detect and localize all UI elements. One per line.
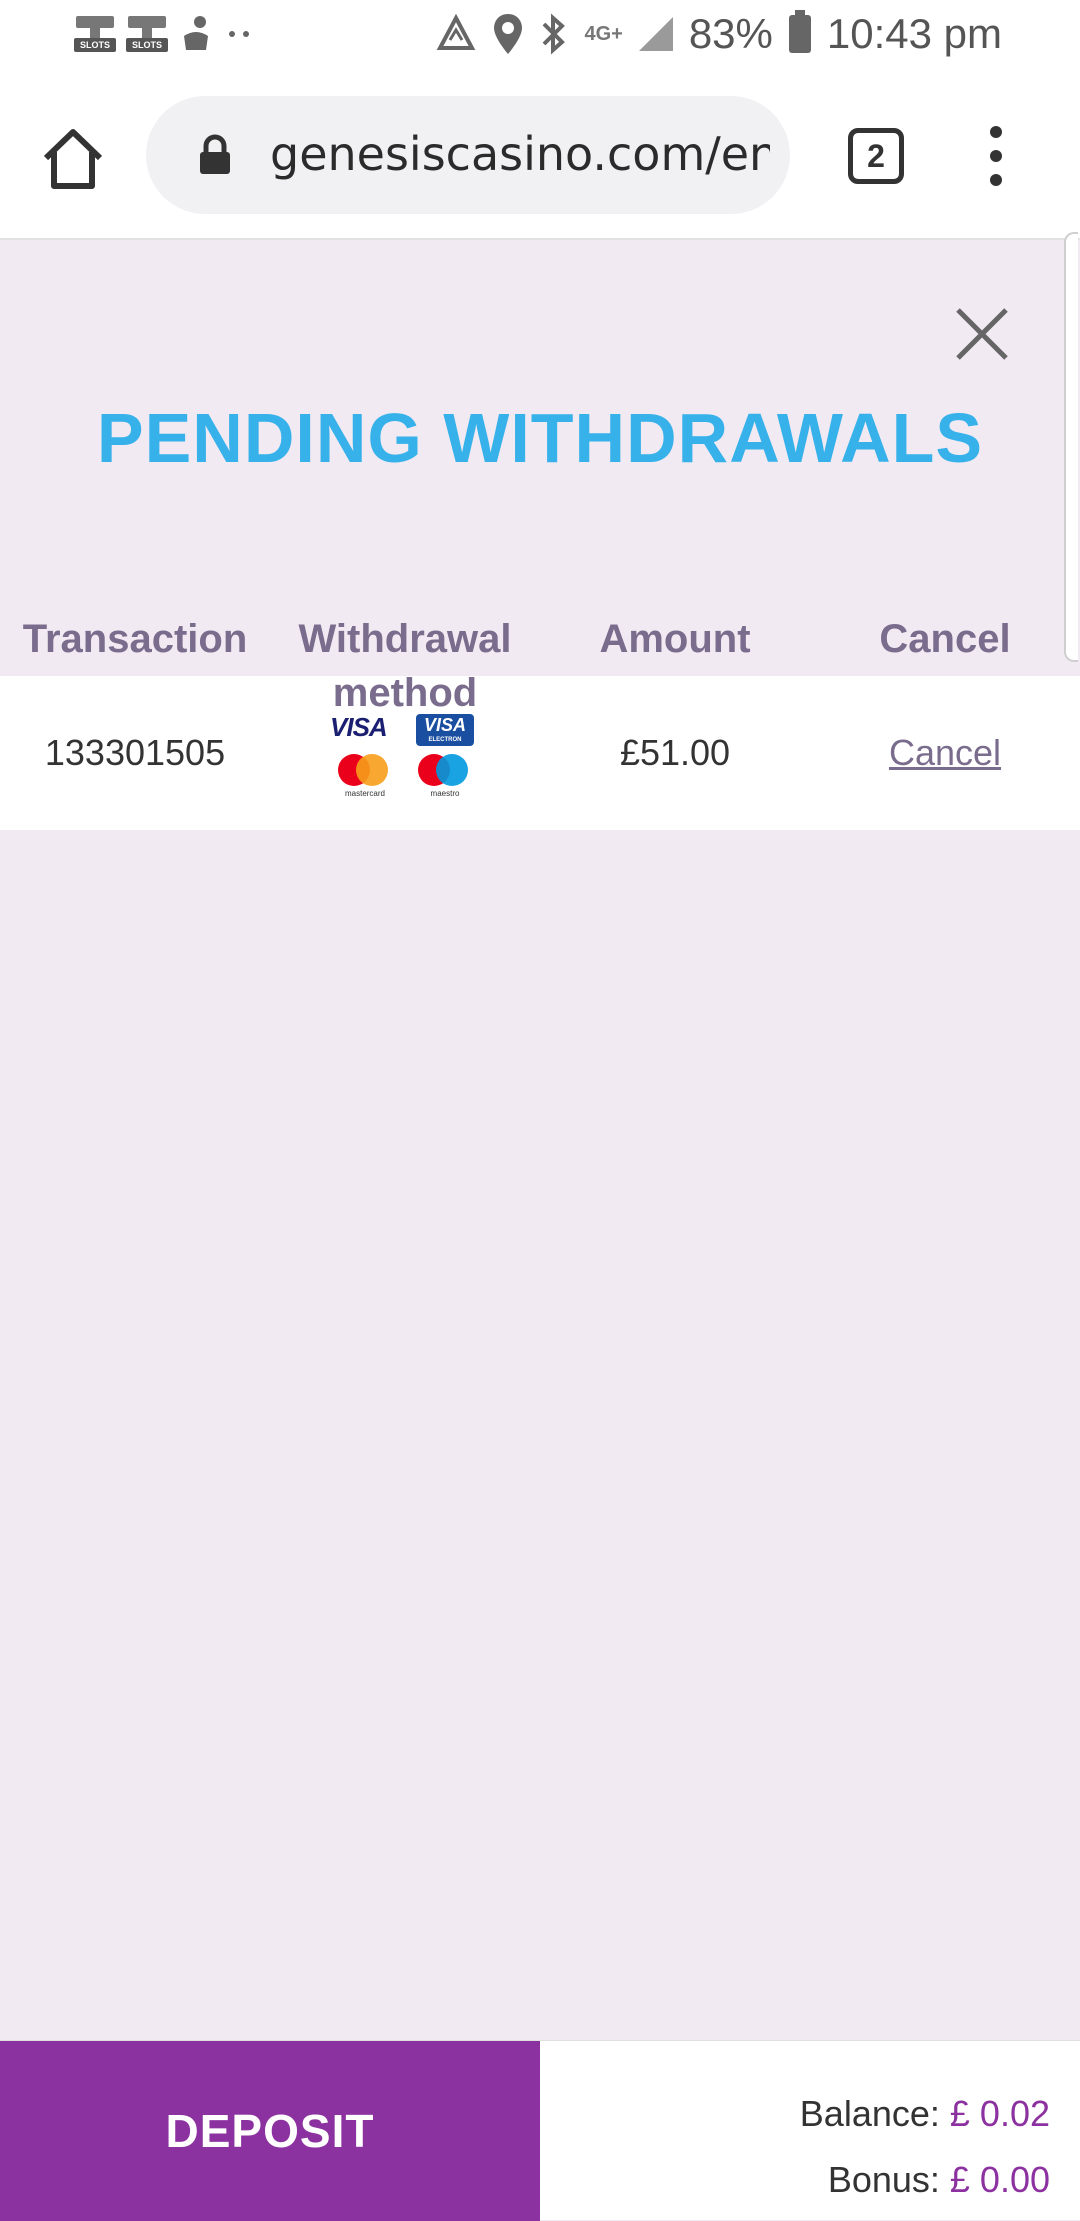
- cancel-withdrawal-link[interactable]: Cancel: [810, 728, 1080, 778]
- payment-method-logos: VISA VISA ELECTRON mastercard maestro: [330, 712, 480, 798]
- signal-icon: [638, 17, 673, 51]
- lock-icon: [200, 134, 230, 174]
- notification-icons: SLOTS SLOTS: [74, 14, 254, 54]
- maestro-logo: maestro: [410, 754, 480, 798]
- bonus-label: Bonus:: [827, 2159, 940, 2200]
- modal-title: PENDING WITHDRAWALS: [96, 399, 984, 477]
- withdrawal-amount: £51.00: [619, 732, 731, 773]
- transaction-id: 133301505: [44, 732, 226, 773]
- tab-switcher-button[interactable]: 2: [848, 128, 904, 184]
- url-text[interactable]: genesiscasino.com/en: [270, 122, 770, 186]
- data-saver-icon: [437, 14, 476, 50]
- deposit-button[interactable]: DEPOSIT: [0, 2041, 540, 2221]
- column-header-amount: Amount: [599, 617, 751, 661]
- table-header: Transaction ID Withdrawal method Amount …: [0, 612, 1080, 715]
- battery-percent: 83%: [688, 10, 773, 57]
- overflow-menu-icon[interactable]: [984, 126, 1008, 190]
- bluetooth-icon: [543, 13, 566, 55]
- mastercard-logo: mastercard: [330, 754, 400, 798]
- column-header-cancel: Cancel: [879, 617, 1011, 661]
- close-icon[interactable]: [952, 304, 1012, 364]
- balance-line: Balance: £ 0.02: [800, 2093, 1050, 2135]
- balance-value: £ 0.02: [949, 2093, 1050, 2134]
- visa-electron-logo: VISA ELECTRON: [416, 714, 474, 746]
- balance-label: Balance:: [799, 2093, 940, 2134]
- account-footer: DEPOSIT Balance: £ 0.02 Bonus: £ 0.00: [0, 2040, 1080, 2221]
- location-icon: [494, 14, 523, 54]
- system-icons: 4G+ 83% 10:43 pm: [436, 10, 1002, 58]
- bonus-value: £ 0.00: [949, 2159, 1050, 2200]
- table-row: 133301505 £51.00 Cancel: [0, 676, 1080, 830]
- pocket-app-icon: [184, 16, 208, 50]
- visa-logo: VISA: [330, 712, 388, 742]
- slots-app-icon: SLOTS: [74, 14, 116, 54]
- bonus-line: Bonus: £ 0.00: [828, 2159, 1050, 2201]
- more-notifications-icon: [229, 31, 249, 37]
- slots-app-icon: SLOTS: [126, 14, 168, 54]
- pending-withdrawals-modal: [0, 240, 1080, 2040]
- visa-electron-caption: ELECTRON: [428, 737, 462, 743]
- home-icon[interactable]: [40, 126, 106, 192]
- address-bar[interactable]: genesiscasino.com/en: [146, 96, 790, 214]
- clock: 10:43 pm: [826, 10, 1002, 57]
- battery-icon: [788, 10, 811, 53]
- browser-toolbar: genesiscasino.com/en 2: [0, 76, 1080, 240]
- status-bar: SLOTS SLOTS 4G+ 83% 10:43 pm: [0, 0, 1080, 76]
- network-type: 4G+: [584, 22, 623, 45]
